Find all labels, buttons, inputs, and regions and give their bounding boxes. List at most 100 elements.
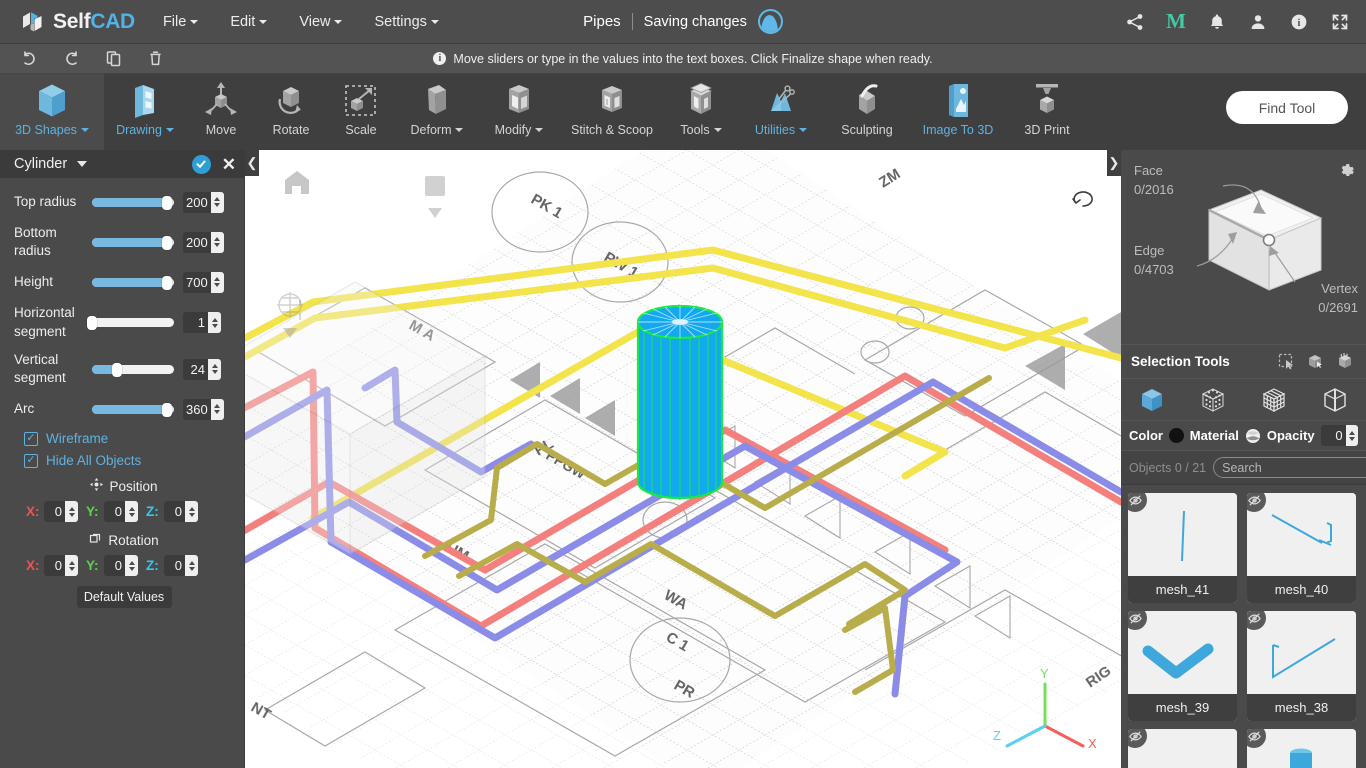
menu-settings[interactable]: Settings [372, 10, 440, 34]
ribbon-tools[interactable]: Tools [664, 74, 738, 150]
vertical-segment-slider[interactable] [92, 365, 174, 374]
viewport-canvas[interactable]: PK 1 PW 1 ZM M A PL PPGW UM WA C 1 PR NT… [245, 150, 1121, 768]
info-icon[interactable]: i [1289, 12, 1309, 32]
collapse-right-panel-button[interactable]: ❯ [1107, 150, 1121, 176]
ribbon-stitch-scoop[interactable]: Stitch & Scoop [560, 74, 664, 150]
height-slider[interactable] [92, 278, 174, 287]
slider-knob[interactable] [162, 196, 172, 210]
box-select-icon[interactable] [1306, 353, 1326, 371]
slider-knob[interactable] [162, 276, 172, 290]
ribbon-deform[interactable]: Deform [396, 74, 478, 150]
cube-icon [30, 80, 74, 122]
top-radius-slider[interactable] [92, 198, 174, 207]
stepper-height[interactable] [211, 272, 224, 293]
find-tool-button[interactable]: Find Tool [1226, 91, 1348, 124]
list-item[interactable]: mesh_40 [1247, 493, 1356, 603]
delete-icon[interactable] [146, 50, 164, 68]
stepper-position-z[interactable] [185, 501, 198, 522]
vertex-mode-icon[interactable] [1196, 383, 1230, 417]
search-input[interactable] [1222, 461, 1366, 475]
checkbox-hide-all-objects[interactable]: ✓ Hide All Objects [24, 453, 234, 468]
list-item[interactable] [1247, 729, 1356, 768]
default-values-button[interactable]: Default Values [77, 586, 172, 608]
stepper-position-y[interactable] [125, 501, 138, 522]
share-icon[interactable] [1125, 12, 1145, 32]
edge-mode-icon[interactable] [1318, 383, 1352, 417]
rotation-y-label: Y: [86, 558, 100, 573]
arc-slider[interactable] [92, 405, 174, 414]
top-radius-input[interactable]: 200 [183, 192, 224, 213]
stepper-rotation-y[interactable] [125, 555, 138, 576]
stepper-rotation-x[interactable] [65, 555, 78, 576]
stepper-bottom-radius[interactable] [211, 232, 224, 253]
list-item[interactable] [1128, 729, 1237, 768]
slider-knob[interactable] [87, 316, 97, 330]
menu-file[interactable]: File [161, 10, 200, 34]
list-item[interactable]: mesh_41 [1128, 493, 1237, 603]
mailchimp-m-icon[interactable]: M [1166, 12, 1186, 32]
ribbon-move[interactable]: Move [186, 74, 256, 150]
project-name[interactable]: Pipes [583, 13, 621, 30]
ribbon-modify[interactable]: Modify [478, 74, 560, 150]
fullscreen-icon[interactable] [1330, 12, 1350, 32]
rotation-x-input[interactable]: 0 [44, 555, 78, 576]
ribbon-scale[interactable]: Scale [326, 74, 396, 150]
check-icon[interactable] [192, 155, 211, 174]
stepper-top-radius[interactable] [211, 192, 224, 213]
orbit-rotate-icon[interactable] [1071, 188, 1097, 213]
slider-knob[interactable] [162, 236, 172, 250]
ribbon-3d-shapes[interactable]: 3D Shapes [0, 74, 104, 150]
ribbon-3d-print[interactable]: 3D Print [1006, 74, 1088, 150]
checkbox-wireframe[interactable]: ✓ Wireframe [24, 431, 234, 446]
bottom-radius-slider[interactable] [92, 238, 174, 247]
ribbon-drawing[interactable]: Drawing [104, 74, 186, 150]
arc-input[interactable]: 360 [183, 399, 224, 420]
position-y-input[interactable]: 0 [104, 501, 138, 522]
slider-knob[interactable] [162, 403, 172, 417]
ribbon-utilities[interactable]: Utilities [738, 74, 824, 150]
slider-knob[interactable] [112, 363, 122, 377]
object-mode-icon[interactable] [1135, 383, 1169, 417]
objects-search[interactable] [1213, 457, 1366, 478]
height-input[interactable]: 700 [183, 272, 224, 293]
position-z-input[interactable]: 0 [164, 501, 198, 522]
ribbon-sculpting[interactable]: Sculpting [824, 74, 910, 150]
rect-select-icon[interactable] [1276, 353, 1296, 371]
horizontal-segment-slider[interactable] [92, 318, 174, 327]
face-mode-icon[interactable] [1257, 383, 1291, 417]
vertical-segment-input[interactable]: 24 [183, 359, 221, 380]
eye-off-icon[interactable] [1128, 729, 1147, 748]
stepper-vertical-segment[interactable] [208, 359, 221, 380]
collapse-left-panel-button[interactable]: ❮ [245, 150, 259, 176]
ribbon-image-to-3d[interactable]: Image To 3D [910, 74, 1006, 150]
position-x-input[interactable]: 0 [44, 501, 78, 522]
menu-edit[interactable]: Edit [228, 10, 269, 34]
material-sphere-icon[interactable] [1245, 428, 1261, 444]
app-logo[interactable]: SelfCAD [20, 9, 135, 35]
close-icon[interactable]: ✕ [222, 156, 236, 173]
user-icon[interactable] [1248, 12, 1268, 32]
copy-icon[interactable] [104, 50, 122, 68]
stepper-position-x[interactable] [65, 501, 78, 522]
color-swatch[interactable] [1169, 428, 1184, 443]
stepper-rotation-z[interactable] [185, 555, 198, 576]
rotation-y-input[interactable]: 0 [104, 555, 138, 576]
menu-view[interactable]: View [297, 10, 344, 34]
opacity-input[interactable]: 0 [1321, 425, 1358, 446]
loop-select-icon[interactable] [1336, 353, 1356, 371]
ribbon-rotate[interactable]: Rotate [256, 74, 326, 150]
3d-viewport[interactable]: PK 1 PW 1 ZM M A PL PPGW UM WA C 1 PR NT… [245, 150, 1121, 768]
horizontal-segment-input[interactable]: 1 [183, 312, 221, 333]
bell-icon[interactable] [1207, 12, 1227, 32]
stepper-horizontal-segment[interactable] [208, 312, 221, 333]
value-text: 1 [183, 312, 208, 333]
stepper-arc[interactable] [211, 399, 224, 420]
rotation-z-input[interactable]: 0 [164, 555, 198, 576]
undo-icon[interactable] [20, 50, 38, 68]
chevron-down-icon[interactable] [77, 161, 87, 167]
stepper-opacity[interactable] [1346, 425, 1358, 446]
redo-icon[interactable] [62, 50, 80, 68]
list-item[interactable]: mesh_38 [1247, 611, 1356, 721]
bottom-radius-input[interactable]: 200 [183, 232, 224, 253]
list-item[interactable]: mesh_39 [1128, 611, 1237, 721]
